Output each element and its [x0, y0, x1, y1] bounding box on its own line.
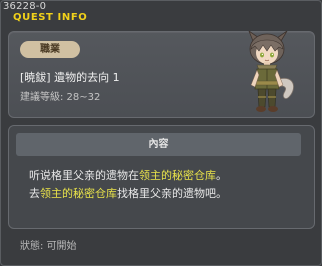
description-line-1: 听说格里父亲的遗物在领主的秘密仓库。: [29, 169, 227, 183]
job-badge: 職業: [20, 41, 80, 58]
content-header: 內容: [16, 133, 301, 156]
quest-npc-character-icon: [248, 31, 294, 112]
location-highlight: 领主的秘密仓库: [139, 169, 216, 182]
quest-level-range: 建議等級: 28~32: [20, 92, 101, 103]
location-highlight: 领主的秘密仓库: [40, 187, 117, 200]
description-line-2: 去领主的秘密仓库找格里父亲的遗物吧。: [29, 187, 227, 201]
description-text: 。: [216, 169, 227, 182]
description-text: 找格里父亲的遗物吧。: [117, 187, 227, 200]
quest-id: 36228-0: [3, 1, 47, 12]
description-text: 去: [29, 187, 40, 200]
description-text: 听说格里父亲的遗物在: [29, 169, 139, 182]
window-title: QUEST INFO: [13, 12, 88, 23]
quest-status: 狀態: 可開始: [20, 241, 77, 252]
quest-name: [暁鈸] 遺物的去向 1: [20, 71, 120, 84]
quest-info-window: 36228-0 QUEST INFO 職業 [暁鈸] 遺物的去向 1 建議等級:…: [0, 0, 322, 266]
